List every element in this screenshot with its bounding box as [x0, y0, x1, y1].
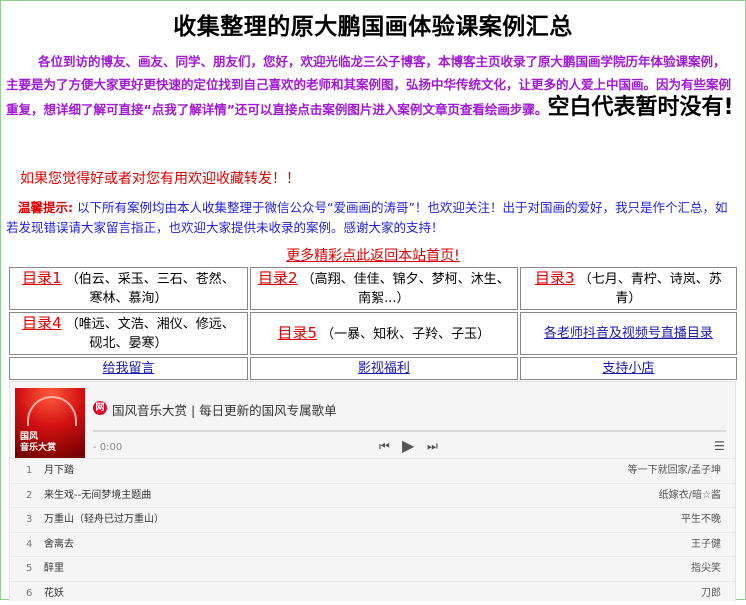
- directory-cell-1: 目录1 （伯云、采玉、三石、苍然、寒林、慕洵）: [9, 267, 248, 310]
- album-cover[interactable]: 国风 音乐大赏: [15, 388, 85, 458]
- track-list: 1 月下踏 等一下就回家/孟子坤 2 来生戏--无间梦境主题曲 纸嫁衣/暗☆酱 …: [10, 458, 735, 605]
- directory-2-names: （高翔、佳佳、锦夕、梦柯、沐生、南絮...）: [302, 272, 510, 306]
- umbrella-graphic: [27, 396, 77, 426]
- intro-paragraph: 各位到访的博友、画友、同学、朋友们，您好，欢迎光临龙三公子博客，本博客主页收录了…: [6, 50, 736, 121]
- play-time: - 0:00: [93, 442, 122, 453]
- track-title: 万重山（轻舟已过万重山）: [44, 508, 164, 532]
- track-title: 来生戏--无间梦境主题曲: [44, 484, 151, 508]
- directory-cell-2: 目录2 （高翔、佳佳、锦夕、梦柯、沐生、南絮...）: [250, 267, 518, 310]
- directory-cell-7: 给我留言: [9, 357, 248, 380]
- next-track-icon[interactable]: ⏭: [427, 439, 438, 454]
- directory-4-link[interactable]: 目录4: [22, 314, 62, 332]
- track-row[interactable]: 1 月下踏 等一下就回家/孟子坤: [10, 458, 735, 483]
- page-title: 收集整理的原大鹏国画体验课案例汇总: [0, 7, 746, 41]
- intro-emphasis: 空白代表暂时没有!: [547, 95, 733, 120]
- directory-cell-8: 影视福利: [250, 357, 518, 380]
- track-row[interactable]: 2 来生戏--无间梦境主题曲 纸嫁衣/暗☆酱: [10, 483, 735, 508]
- track-number: 3: [26, 508, 32, 532]
- track-artist: 王子健: [691, 533, 721, 557]
- more-link[interactable]: 更多精彩点此返回本站首页!: [0, 245, 746, 265]
- track-title: 醉里: [44, 557, 64, 581]
- directory-1-names: （伯云、采玉、三石、苍然、寒林、慕洵）: [66, 272, 235, 306]
- directory-5-link[interactable]: 目录5: [277, 324, 317, 342]
- track-number: 5: [26, 557, 32, 581]
- track-artist: 平生不晚: [681, 508, 721, 532]
- track-number: 1: [26, 459, 32, 483]
- directory-5-names: （一暴、知秋、子羚、子玉）: [321, 327, 490, 342]
- netease-logo-icon: 网: [93, 401, 107, 415]
- track-row[interactable]: 6 花妖 刀郎: [10, 581, 735, 605]
- previous-track-icon[interactable]: ⏮: [379, 439, 390, 454]
- notice-label: 温馨提示:: [18, 200, 73, 215]
- track-artist: 纸嫁衣/暗☆酱: [659, 484, 721, 508]
- track-title: 月下踏: [44, 459, 74, 483]
- play-icon[interactable]: ▶: [402, 436, 414, 455]
- directory-cell-5: 目录5 （一暴、知秋、子羚、子玉）: [250, 312, 518, 355]
- playlist-title: 国风音乐大赏 | 每日更新的国风专属歌单: [112, 400, 337, 419]
- track-number: 6: [26, 582, 32, 605]
- album-cover-text: 国风 音乐大赏: [20, 432, 56, 454]
- live-directory-link[interactable]: 各老师抖音及视频号直播目录: [544, 326, 713, 341]
- directory-3-names: （七月、青柠、诗岚、苏青）: [579, 272, 722, 306]
- leave-message-link[interactable]: 给我留言: [102, 361, 154, 376]
- playlist-menu-icon[interactable]: ☰: [714, 439, 725, 453]
- track-row[interactable]: 3 万重山（轻舟已过万重山） 平生不晚: [10, 507, 735, 532]
- directory-3-link[interactable]: 目录3: [535, 269, 575, 287]
- directory-table: 目录1 （伯云、采玉、三石、苍然、寒林、慕洵） 目录2 （高翔、佳佳、锦夕、梦柯…: [7, 265, 739, 382]
- track-artist: 等一下就回家/孟子坤: [628, 459, 721, 483]
- directory-2-link[interactable]: 目录2: [258, 269, 298, 287]
- directory-1-link[interactable]: 目录1: [22, 269, 62, 287]
- directory-cell-9: 支持小店: [520, 357, 737, 380]
- track-artist: 刀郎: [701, 582, 721, 605]
- track-number: 2: [26, 484, 32, 508]
- directory-cell-6: 各老师抖音及视频号直播目录: [520, 312, 737, 355]
- track-row[interactable]: 5 醉里 指尖笑: [10, 556, 735, 581]
- track-title: 花妖: [44, 582, 64, 605]
- track-artist: 指尖笑: [691, 557, 721, 581]
- music-player: 国风 音乐大赏 网 国风音乐大赏 | 每日更新的国风专属歌单 - 0:00 ⏮ …: [9, 381, 736, 601]
- track-title: 舍离去: [44, 533, 74, 557]
- favorite-hint: 如果您觉得好或者对您有用欢迎收藏转发！！: [20, 168, 300, 188]
- directory-cell-4: 目录4 （唯远、文浩、湘仪、修远、砚北、晏寒）: [9, 312, 248, 355]
- support-shop-link[interactable]: 支持小店: [602, 361, 654, 376]
- directory-cell-3: 目录3 （七月、青柠、诗岚、苏青）: [520, 267, 737, 310]
- notice-text: 以下所有案例均由本人收集整理于微信公众号“爱画画的涛哥”！也欢迎关注！出于对国画…: [6, 200, 727, 235]
- track-number: 4: [26, 533, 32, 557]
- progress-bar[interactable]: [93, 430, 726, 432]
- track-row[interactable]: 4 舍离去 王子健: [10, 532, 735, 557]
- movie-welfare-link[interactable]: 影视福利: [358, 361, 410, 376]
- directory-4-names: （唯远、文浩、湘仪、修远、砚北、晏寒）: [66, 317, 235, 351]
- notice-paragraph: 温馨提示: 以下所有案例均由本人收集整理于微信公众号“爱画画的涛哥”！也欢迎关注…: [6, 198, 736, 238]
